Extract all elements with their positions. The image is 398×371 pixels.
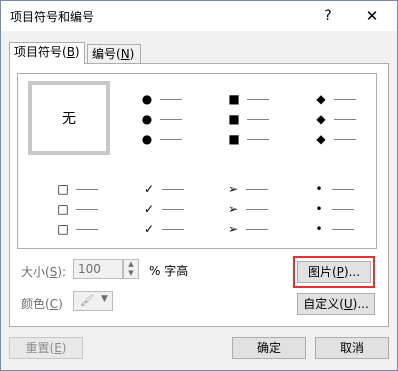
checkmark-icon: ✓ <box>143 222 155 236</box>
hollow-square-icon: □ <box>57 182 69 196</box>
bullet-style-filled-square[interactable]: ■ ■ ■ <box>211 82 293 156</box>
filled-diamond-icon: ◆ <box>316 112 326 126</box>
help-icon: ? <box>324 8 332 24</box>
tab-bullets[interactable]: 项目符号(B) <box>9 42 85 64</box>
tab-numbering[interactable]: 编号(N) <box>87 44 141 63</box>
bullet-style-filled-diamond[interactable]: ◆ ◆ ◆ <box>298 82 380 156</box>
size-label: 大小(S): <box>21 265 67 279</box>
dialog-title: 项目符号和编号 <box>10 10 95 24</box>
hollow-square-icon: □ <box>57 222 69 236</box>
customize-button[interactable]: 自定义(U)... <box>297 293 375 315</box>
reset-button[interactable]: 重置(E) <box>9 337 83 359</box>
filled-square-icon: ■ <box>228 112 240 126</box>
filled-square-icon: ■ <box>228 132 240 146</box>
size-input[interactable]: 100 <box>73 259 123 279</box>
bullet-style-small-dot[interactable]: • • • <box>306 172 388 246</box>
triangle-up-icon[interactable]: ▲ <box>124 260 138 269</box>
size-unit-label: % 字高 <box>149 264 189 278</box>
filled-circle-icon: ● <box>141 132 153 146</box>
bullet-style-arrowhead[interactable]: ➢ ➢ ➢ <box>220 172 302 246</box>
filled-circle-icon: ● <box>141 112 153 126</box>
checkmark-icon: ✓ <box>143 202 155 216</box>
help-button[interactable]: ? <box>314 5 342 27</box>
filled-square-icon: ■ <box>228 92 240 106</box>
close-icon: ✕ <box>365 7 379 25</box>
bullet-style-none[interactable]: 无 <box>28 81 110 155</box>
picture-button[interactable]: 图片(P)... <box>297 261 371 283</box>
checkmark-icon: ✓ <box>143 182 155 196</box>
size-spinner[interactable]: ▲ ▼ <box>123 259 139 279</box>
chevron-down-icon: ▼ <box>101 294 108 304</box>
paint-bucket-icon: 🖌 <box>80 294 94 307</box>
small-dot-icon: • <box>315 202 323 216</box>
filled-diamond-icon: ◆ <box>316 92 326 106</box>
bullet-style-checkmark[interactable]: ✓ ✓ ✓ <box>136 172 218 246</box>
filled-circle-icon: ● <box>141 92 153 106</box>
bullet-style-filled-circle[interactable]: ● ● ● <box>124 82 206 156</box>
hollow-square-icon: □ <box>57 202 69 216</box>
cancel-button[interactable]: 取消 <box>315 337 389 359</box>
bullet-style-gallery: 无 ● ● ● ■ ■ ■ ◆ ◆ ◆ □ □ □ ✓ ✓ ✓ ➢ ➢ ➢ • … <box>17 73 377 249</box>
none-label: 无 <box>62 111 76 127</box>
arrowhead-icon: ➢ <box>227 182 239 196</box>
title-bar: 项目符号和编号 ? ✕ <box>1 1 397 31</box>
bullets-numbering-dialog: 项目符号和编号 ? ✕ 项目符号(B) 编号(N) 无 ● ● ● ■ ■ ■ … <box>0 0 398 371</box>
arrowhead-icon: ➢ <box>227 202 239 216</box>
color-picker[interactable]: 🖌 ▼ <box>73 291 113 311</box>
arrowhead-icon: ➢ <box>227 222 239 236</box>
ok-button[interactable]: 确定 <box>232 337 306 359</box>
small-dot-icon: • <box>315 222 323 236</box>
filled-diamond-icon: ◆ <box>316 132 326 146</box>
small-dot-icon: • <box>315 182 323 196</box>
close-button[interactable]: ✕ <box>355 5 389 27</box>
triangle-down-icon[interactable]: ▼ <box>124 269 138 278</box>
bullet-style-hollow-square[interactable]: □ □ □ <box>50 172 132 246</box>
color-label: 颜色(C) <box>21 297 63 311</box>
